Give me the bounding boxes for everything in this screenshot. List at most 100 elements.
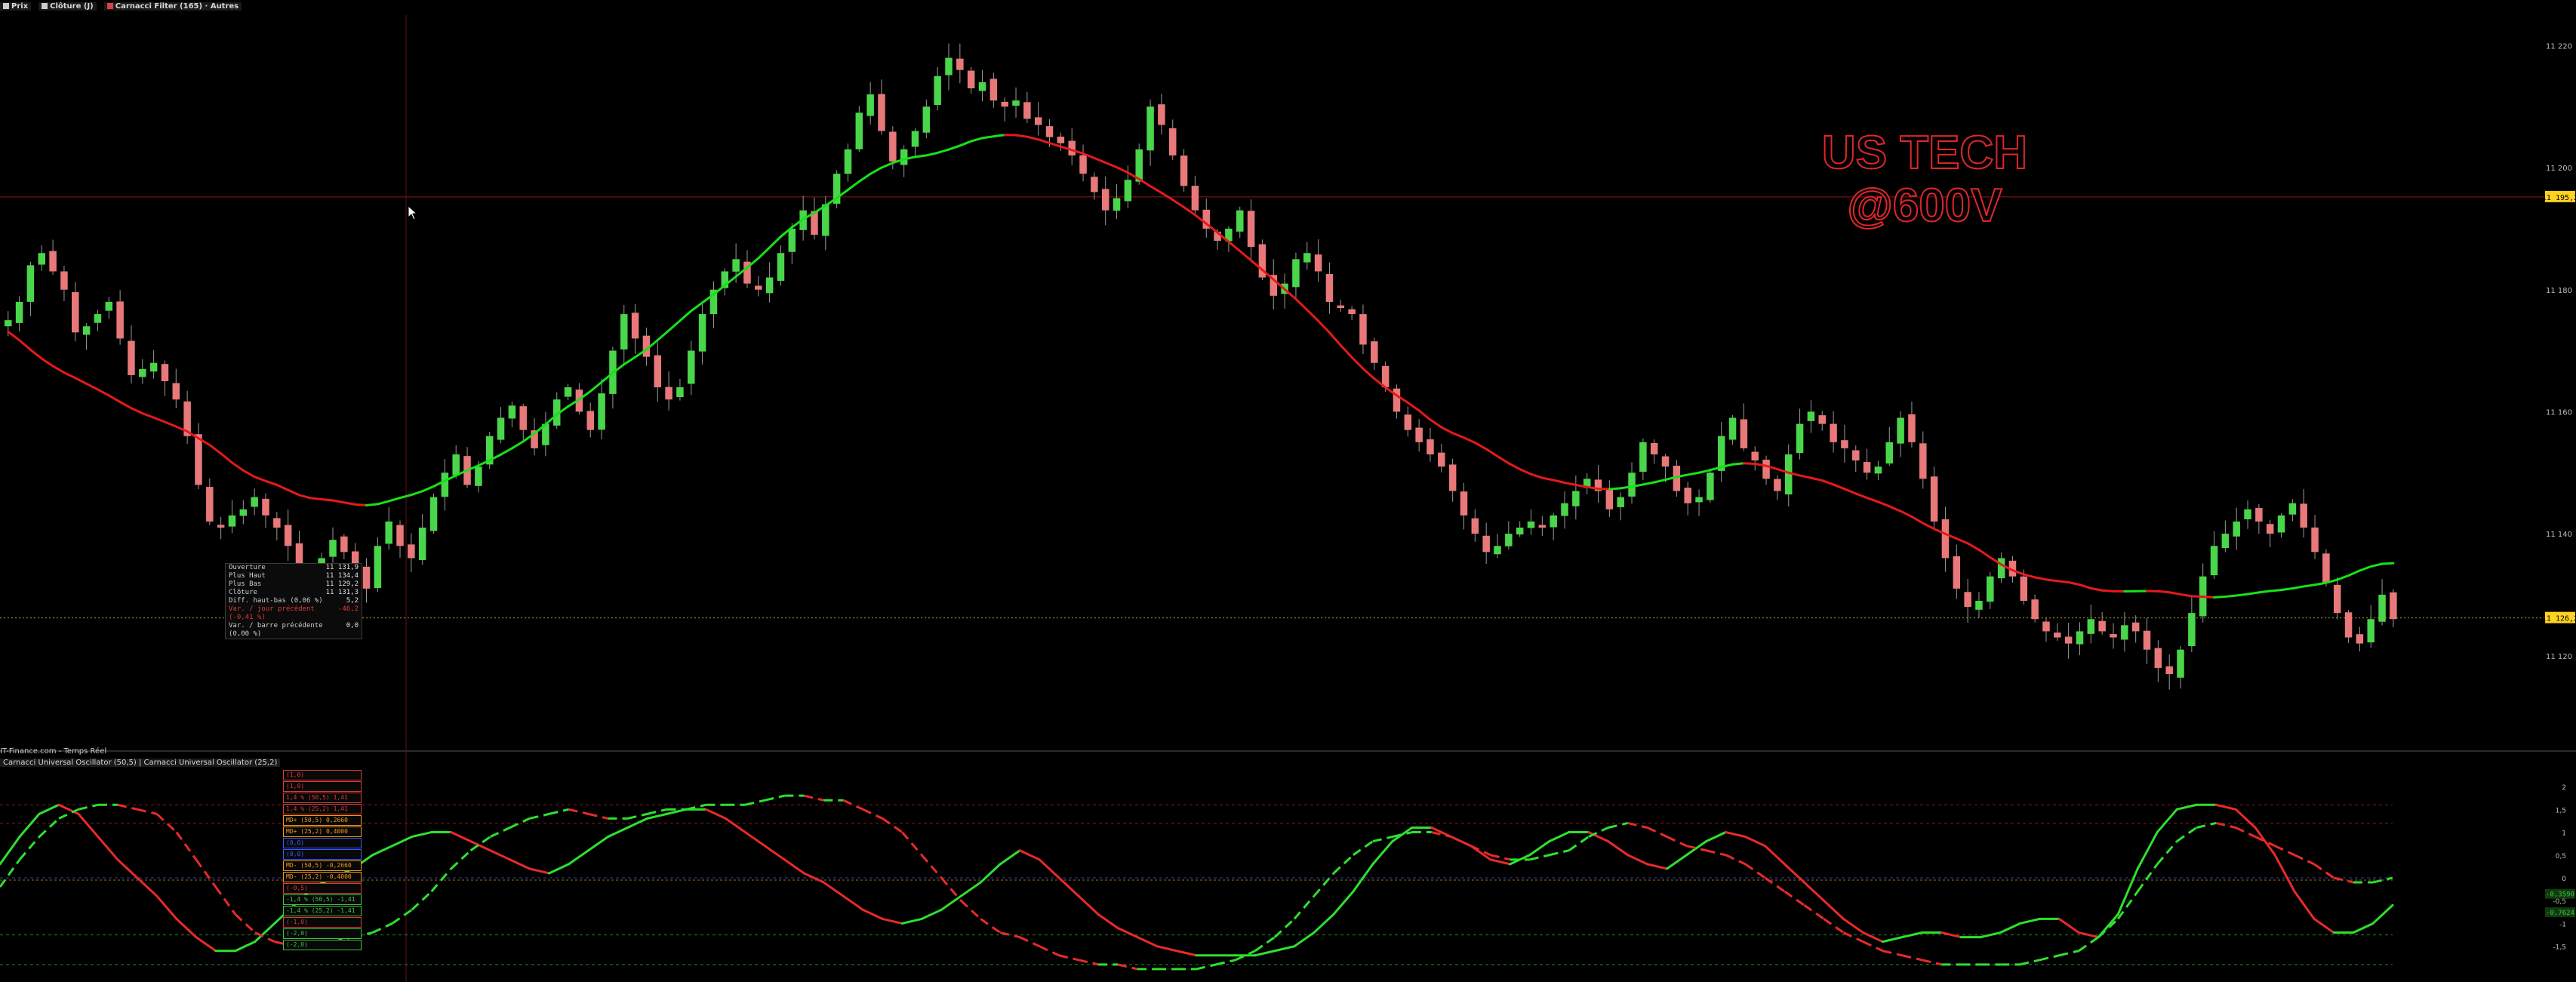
oscillator-level-label: (-1,0) bbox=[283, 917, 362, 928]
candle-body bbox=[2233, 521, 2240, 537]
oscillator-50-segment bbox=[97, 836, 119, 861]
watermark-line-1: US TECH bbox=[1821, 126, 2028, 180]
legend-chip bbox=[42, 2, 48, 9]
moving-average-segment bbox=[1350, 356, 1365, 370]
moving-average-segment bbox=[947, 144, 962, 151]
oscillator-50-segment bbox=[645, 812, 668, 820]
info-value: 11 131,9 bbox=[325, 564, 359, 571]
oscillator-25-segment bbox=[2196, 821, 2217, 829]
candle-body bbox=[2076, 631, 2084, 645]
info-key: Plus Bas bbox=[229, 580, 262, 588]
oscillator-axis-tick: 0,5 bbox=[2556, 853, 2566, 860]
chart-svg[interactable]: 11 220 11 200 11 180 11 160 11 140 11 120 11 1… bbox=[0, 0, 2576, 982]
oscillator-25-segment bbox=[1706, 849, 1726, 857]
oscillator-25-segment bbox=[1588, 827, 1609, 838]
oscillator-50-segment bbox=[763, 845, 786, 861]
moving-average-segment bbox=[1362, 367, 1376, 380]
pane-separator[interactable] bbox=[0, 750, 2576, 752]
oscillator-legend-label[interactable]: Carnacci Universal Oscillator (50,5) | C… bbox=[0, 758, 281, 767]
oscillator-50-segment bbox=[391, 836, 414, 848]
moving-average-segment bbox=[2313, 581, 2328, 586]
oscillator-25-segment bbox=[1608, 821, 1628, 829]
candle-body bbox=[251, 497, 258, 507]
oscillator-50-segment bbox=[743, 831, 766, 848]
mouse-cursor-icon bbox=[408, 205, 418, 220]
oscillator-25-segment bbox=[960, 900, 982, 920]
candle-body bbox=[1605, 488, 1614, 509]
oscillator-25-segment bbox=[588, 812, 608, 820]
moving-average-segment bbox=[1888, 505, 1902, 513]
candle-body bbox=[1852, 450, 1860, 461]
moving-average-segment bbox=[287, 488, 300, 497]
moving-average-segment bbox=[2235, 593, 2249, 597]
oscillator-50-segment bbox=[116, 858, 139, 879]
candle-body bbox=[1762, 460, 1770, 479]
oscillator-25-segment bbox=[1196, 963, 1217, 971]
moving-average-segment bbox=[1104, 161, 1119, 169]
info-key: Var. / barre précédente (0,00 %) bbox=[229, 622, 323, 638]
oscillator-50-segment bbox=[1725, 831, 1747, 839]
info-key: Clôture bbox=[229, 589, 257, 596]
candle-body bbox=[396, 525, 404, 546]
legend-item-close[interactable]: Clôture (J) bbox=[38, 2, 97, 11]
oscillator-25-segment bbox=[1568, 836, 1590, 851]
oscillator-25-segment bbox=[2215, 821, 2236, 829]
moving-average-segment bbox=[2168, 591, 2182, 596]
candle-body bbox=[1885, 442, 1894, 464]
candle-body bbox=[945, 57, 953, 75]
oscillator-25-segment bbox=[765, 794, 785, 802]
candle-body bbox=[822, 204, 829, 236]
oscillator-50-segment bbox=[2018, 917, 2041, 925]
moving-average-segment bbox=[2280, 587, 2294, 592]
candle-body bbox=[1415, 427, 1423, 442]
oscillator-50-segment bbox=[2293, 890, 2316, 920]
moving-average-segment bbox=[343, 501, 357, 506]
oscillator-50-segment bbox=[587, 836, 609, 852]
price-axis-tick: 11 140 bbox=[2546, 531, 2572, 539]
legend-item-filter[interactable]: Carnacci Filter (165) · Autres bbox=[103, 2, 242, 11]
oscillator-50-segment bbox=[1646, 863, 1669, 870]
oscillator-axis-tick: 1 bbox=[2562, 830, 2566, 838]
moving-average-segment bbox=[208, 444, 223, 455]
oscillator-25-segment bbox=[234, 913, 256, 934]
moving-average-segment bbox=[2179, 593, 2193, 598]
legend-label: Prix bbox=[11, 2, 29, 11]
candle-body bbox=[676, 387, 684, 398]
candle-body bbox=[1191, 186, 1199, 211]
oscillator-level-label: -1,4 % (50,5) -1,41 bbox=[283, 894, 362, 905]
oscillator-25-segment bbox=[1058, 954, 1079, 962]
oscillator-50-segment bbox=[1900, 931, 1923, 939]
candle-body bbox=[2221, 534, 2230, 549]
candle-body bbox=[1941, 519, 1950, 559]
oscillator-50-segment bbox=[842, 894, 864, 911]
moving-average-segment bbox=[1417, 409, 1432, 421]
oscillator-axis-tick: -1,5 bbox=[2553, 944, 2566, 952]
moving-average-segment bbox=[107, 394, 122, 404]
legend-item-price[interactable]: Prix bbox=[0, 2, 32, 11]
candle-body bbox=[698, 314, 706, 352]
oscillator-50-segment bbox=[1822, 899, 1845, 920]
oscillator-25-segment bbox=[78, 803, 99, 811]
oscillator-50-segment bbox=[1175, 950, 1198, 957]
oscillator-25-segment bbox=[137, 808, 158, 815]
candle-body bbox=[844, 149, 852, 174]
oscillator-50-segment bbox=[1881, 936, 1904, 944]
oscillator-level-label: -1,4 % (25,2) -1,41 bbox=[283, 906, 362, 916]
oscillator-50-segment bbox=[999, 849, 1021, 866]
oscillator-50-segment bbox=[1038, 858, 1060, 879]
candle-body bbox=[598, 393, 605, 430]
candle-body bbox=[855, 112, 863, 149]
moving-average-segment bbox=[118, 401, 133, 410]
data-source-label: IT-Finance.com - Temps Réel bbox=[0, 747, 107, 756]
candle-body bbox=[340, 536, 348, 553]
moving-average-segment bbox=[331, 499, 346, 504]
oscillator-25-segment bbox=[1902, 954, 1922, 962]
moving-average-segment bbox=[2302, 583, 2316, 588]
moving-average-segment bbox=[275, 483, 290, 491]
oscillator-50-segment bbox=[234, 940, 257, 953]
oscillator-level-label: MD- (25,2) -0,4000 bbox=[283, 872, 362, 882]
candle-body bbox=[1079, 155, 1087, 174]
candle-body bbox=[452, 454, 460, 476]
candle-body bbox=[475, 466, 482, 486]
oscillator-50-segment bbox=[920, 908, 943, 920]
